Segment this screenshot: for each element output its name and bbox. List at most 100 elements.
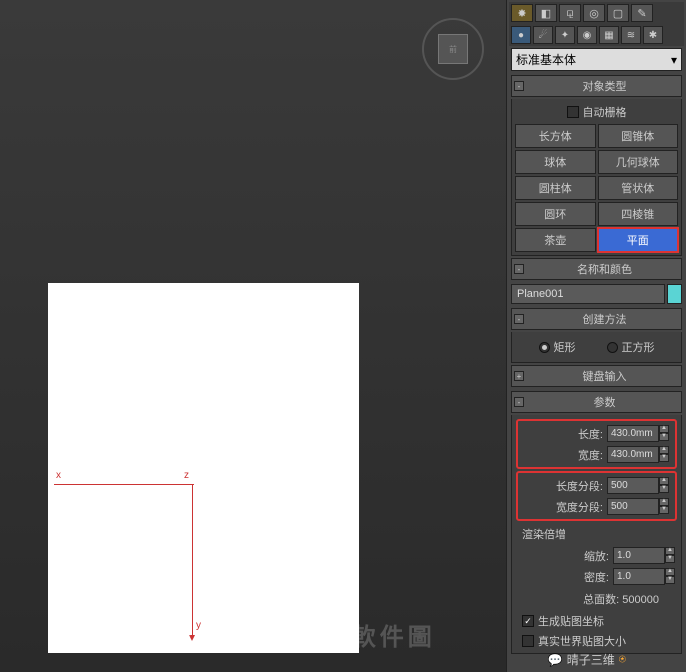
geosphere-button[interactable]: 几何球体 xyxy=(598,150,679,174)
spinner-up-icon[interactable]: ▲ xyxy=(659,425,669,433)
spinner-down-icon[interactable]: ▼ xyxy=(665,555,675,563)
display-tab-icon[interactable]: ▢ xyxy=(607,4,629,22)
realworld-label: 真实世界贴图大小 xyxy=(538,633,626,649)
axis-x-label: x xyxy=(56,470,61,481)
dimensions-highlight: 长度: ▲▼ 宽度: ▲▼ xyxy=(516,419,677,469)
keyboard-title: 键盘输入 xyxy=(530,368,679,384)
lsegs-label: 长度分段: xyxy=(524,478,603,494)
axis-y-line xyxy=(192,484,193,639)
main-tabs: ✸ ◧ ⚼ ◎ ▢ ✎ xyxy=(509,2,684,24)
axis-y-label: y xyxy=(196,620,201,631)
scale-input[interactable] xyxy=(613,547,665,564)
tube-button[interactable]: 管状体 xyxy=(598,176,679,200)
create-tab-icon[interactable]: ✸ xyxy=(511,4,533,22)
viewcube-face[interactable]: 前 xyxy=(438,34,468,64)
modify-tab-icon[interactable]: ◧ xyxy=(535,4,557,22)
expand-icon[interactable]: + xyxy=(514,371,524,381)
lights-icon[interactable]: ✦ xyxy=(555,26,575,44)
spinner-down-icon[interactable]: ▼ xyxy=(659,454,669,462)
pyramid-button[interactable]: 四棱锥 xyxy=(598,202,679,226)
sub-tabs: ● ☄ ✦ ◉ ▦ ≋ ✱ xyxy=(509,24,684,46)
collapse-icon[interactable]: - xyxy=(514,81,524,91)
teapot-button[interactable]: 茶壶 xyxy=(515,228,596,252)
radio-dot-icon xyxy=(539,342,550,353)
width-label: 宽度: xyxy=(524,447,603,463)
spinner-up-icon[interactable]: ▲ xyxy=(665,568,675,576)
motion-tab-icon[interactable]: ◎ xyxy=(583,4,605,22)
spinner-up-icon[interactable]: ▲ xyxy=(659,446,669,454)
box-button[interactable]: 长方体 xyxy=(515,124,596,148)
genmap-checkbox[interactable] xyxy=(522,615,534,627)
spinner-down-icon[interactable]: ▼ xyxy=(665,576,675,584)
scale-label: 缩放: xyxy=(518,548,609,564)
radio-dot-icon xyxy=(607,342,618,353)
canvas-plane[interactable] xyxy=(48,283,359,653)
keyboard-header[interactable]: + 键盘输入 xyxy=(511,365,682,387)
viewcube[interactable]: 前 xyxy=(422,18,484,80)
utilities-tab-icon[interactable]: ✎ xyxy=(631,4,653,22)
viewport[interactable]: 前 x z y xyxy=(0,0,506,672)
cylinder-button[interactable]: 圆柱体 xyxy=(515,176,596,200)
spinner-down-icon[interactable]: ▼ xyxy=(659,433,669,441)
category-dropdown[interactable]: 标准基本体 ▾ xyxy=(511,48,682,71)
helpers-icon[interactable]: ▦ xyxy=(599,26,619,44)
create-method-title: 创建方法 xyxy=(530,311,679,327)
wsegs-label: 宽度分段: xyxy=(524,499,603,515)
params-title: 参数 xyxy=(530,394,679,410)
density-label: 密度: xyxy=(518,569,609,585)
collapse-icon[interactable]: - xyxy=(514,264,524,274)
cameras-icon[interactable]: ◉ xyxy=(577,26,597,44)
spinner-up-icon[interactable]: ▲ xyxy=(665,547,675,555)
category-label: 标准基本体 xyxy=(516,51,576,68)
spinner-down-icon[interactable]: ▼ xyxy=(659,485,669,493)
systems-icon[interactable]: ✱ xyxy=(643,26,663,44)
length-label: 长度: xyxy=(524,426,603,442)
axis-z-label: z xyxy=(184,470,189,481)
total-faces-label: 总面数: xyxy=(583,594,619,606)
autogrid-checkbox[interactable] xyxy=(567,106,579,118)
spinner-down-icon[interactable]: ▼ xyxy=(659,506,669,514)
chevron-down-icon: ▾ xyxy=(671,53,677,67)
object-type-body: 自动栅格 长方体 圆锥体 球体 几何球体 圆柱体 管状体 圆环 四棱锥 茶壶 平… xyxy=(511,99,682,256)
axis-x-line xyxy=(54,484,194,485)
axis-y-arrow xyxy=(189,635,195,641)
cone-button[interactable]: 圆锥体 xyxy=(598,124,679,148)
width-input[interactable] xyxy=(607,446,659,463)
length-input[interactable] xyxy=(607,425,659,442)
object-color-swatch[interactable] xyxy=(667,284,682,304)
total-faces-value: 500000 xyxy=(622,594,659,606)
segments-highlight: 长度分段: ▲▼ 宽度分段: ▲▼ xyxy=(516,471,677,521)
square-label: 正方形 xyxy=(622,339,655,355)
object-type-header[interactable]: - 对象类型 xyxy=(511,75,682,97)
spinner-up-icon[interactable]: ▲ xyxy=(659,498,669,506)
rect-radio[interactable]: 矩形 xyxy=(539,339,576,355)
rect-label: 矩形 xyxy=(554,339,576,355)
object-name-input[interactable] xyxy=(511,284,665,304)
hierarchy-tab-icon[interactable]: ⚼ xyxy=(559,4,581,22)
sphere-button[interactable]: 球体 xyxy=(515,150,596,174)
collapse-icon[interactable]: - xyxy=(514,397,524,407)
torus-button[interactable]: 圆环 xyxy=(515,202,596,226)
name-color-title: 名称和颜色 xyxy=(530,261,679,277)
realworld-checkbox[interactable] xyxy=(522,635,534,647)
params-body: 长度: ▲▼ 宽度: ▲▼ 长度分段: ▲▼ xyxy=(511,415,682,654)
geometry-icon[interactable]: ● xyxy=(511,26,531,44)
object-type-title: 对象类型 xyxy=(530,78,679,94)
spinner-up-icon[interactable]: ▲ xyxy=(659,477,669,485)
create-method-body: 矩形 正方形 xyxy=(511,332,682,363)
genmap-label: 生成贴图坐标 xyxy=(538,613,604,629)
render-mult-label: 渲染倍增 xyxy=(514,523,679,545)
create-method-header[interactable]: - 创建方法 xyxy=(511,308,682,330)
wsegs-input[interactable] xyxy=(607,498,659,515)
lsegs-input[interactable] xyxy=(607,477,659,494)
autogrid-label: 自动栅格 xyxy=(583,104,627,120)
plane-button[interactable]: 平面 xyxy=(598,228,679,252)
name-color-header[interactable]: - 名称和颜色 xyxy=(511,258,682,280)
spacewarps-icon[interactable]: ≋ xyxy=(621,26,641,44)
square-radio[interactable]: 正方形 xyxy=(607,339,655,355)
command-panel: ✸ ◧ ⚼ ◎ ▢ ✎ ● ☄ ✦ ◉ ▦ ≋ ✱ 标准基本体 ▾ - 对象类型… xyxy=(506,0,686,672)
shapes-icon[interactable]: ☄ xyxy=(533,26,553,44)
collapse-icon[interactable]: - xyxy=(514,314,524,324)
params-header[interactable]: - 参数 xyxy=(511,391,682,413)
density-input[interactable] xyxy=(613,568,665,585)
